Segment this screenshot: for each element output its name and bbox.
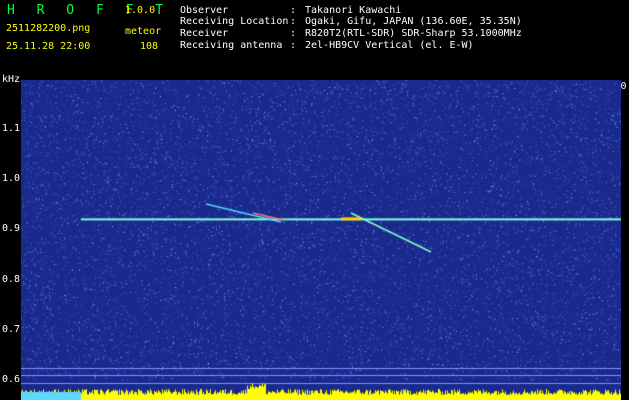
spectrogram [21, 80, 621, 400]
y-tick-label: 0.9 [2, 223, 21, 235]
y-tick-label: 0.7 [2, 323, 21, 335]
receiver-label: Receiver [180, 28, 229, 39]
location-value: Ogaki, Gifu, JAPAN (136.60E, 35.35N) [305, 16, 522, 27]
receiver-value: R820T2(RTL-SDR) SDR-Sharp 53.1000MHz [305, 28, 522, 39]
y-tick-label: 1.1 [2, 123, 21, 134]
spectrogram-canvas [21, 80, 621, 400]
observer-label: Observer [180, 5, 229, 16]
y-axis-unit: kHz [2, 74, 21, 85]
location-label: Receiving Location [180, 16, 289, 27]
hrofft-window: H R O F F T 1.0.0 2511282200.png meteor … [0, 0, 629, 400]
receiver-colon: : [290, 28, 297, 39]
app-version: 1.0.0 [125, 5, 156, 16]
antenna-colon: : [290, 40, 297, 51]
mode-label: meteor [125, 26, 162, 37]
antenna-label: Receiving antenna [180, 40, 283, 51]
antenna-value: 2el-HB9CV Vertical (el. E-W) [305, 40, 474, 51]
filename-label: 2511282200.png [6, 23, 91, 34]
y-tick-label: 0.6 [2, 374, 21, 385]
datetime-label: 25.11.28 22:00 [6, 41, 91, 52]
observer-colon: : [290, 5, 297, 16]
observer-value: Takanori Kawachi [305, 5, 402, 16]
location-colon: : [290, 16, 297, 27]
y-tick-label: 1.0 [2, 173, 21, 185]
y-tick-label: 0.8 [2, 273, 21, 285]
meteor-count: 108 [140, 41, 159, 52]
